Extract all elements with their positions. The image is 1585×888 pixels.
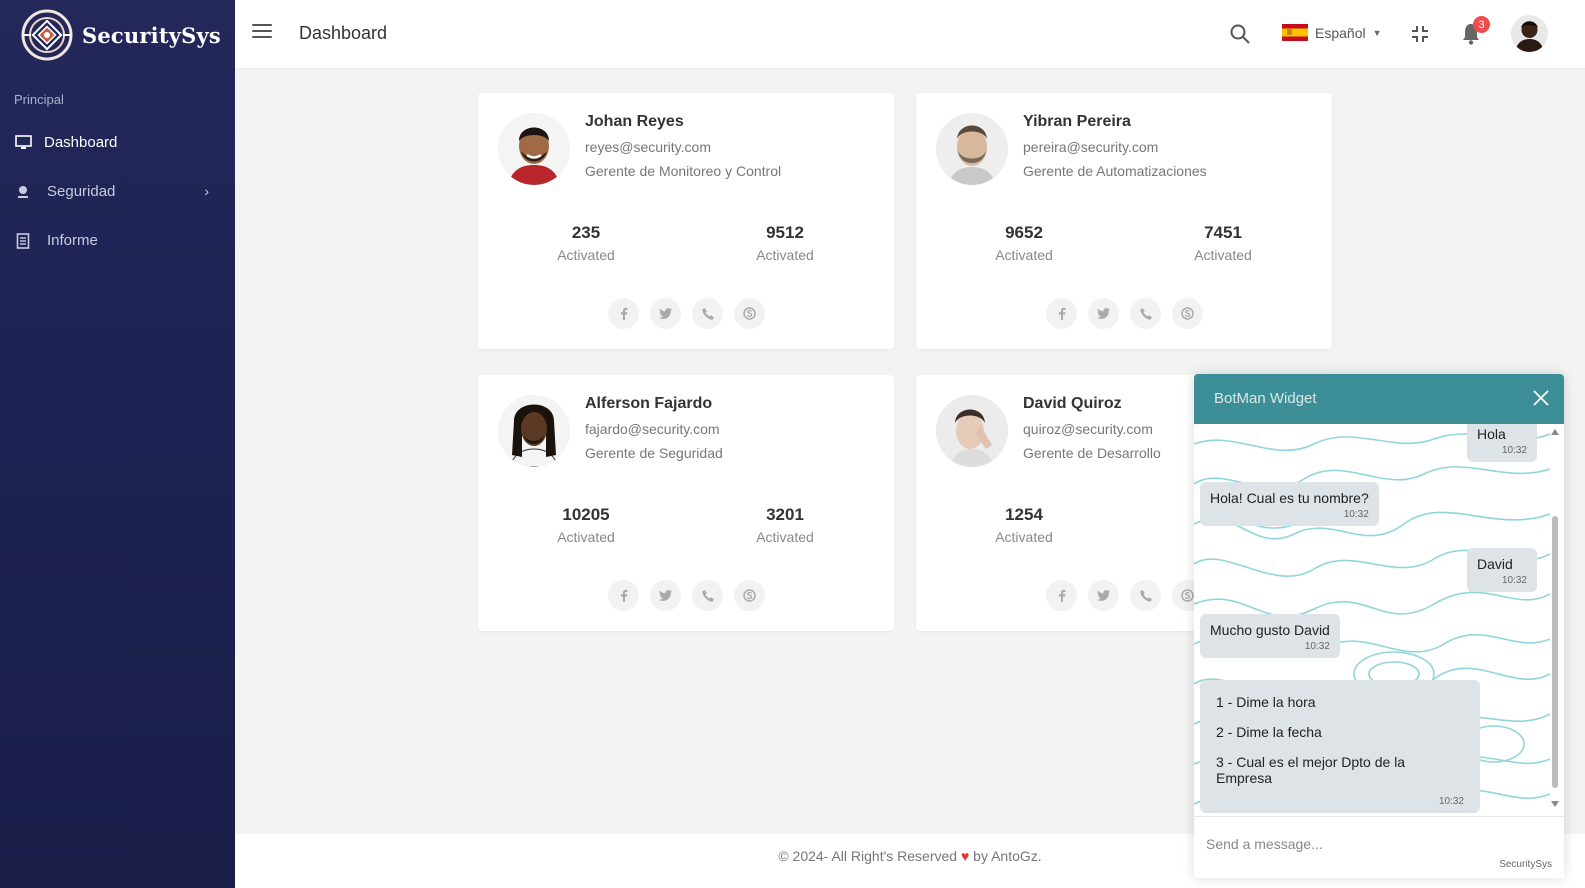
notification-badge: 3 [1473,16,1490,33]
phone-icon[interactable] [1130,298,1161,329]
chat-message-bot: Mucho gusto David 10:32 [1200,614,1340,658]
sidebar-item-informe[interactable]: Informe [0,216,235,265]
user-name: Alferson Fajardo [585,395,713,412]
spain-flag-icon [1282,24,1308,41]
facebook-icon[interactable] [1046,580,1077,611]
language-selector[interactable]: Español ▼ [1282,24,1382,41]
user-role: Gerente de Automatizaciones [1023,163,1207,179]
top-header: Dashboard Español ▼ 3 [235,0,1585,69]
security-icon [14,183,32,201]
social-links [608,580,765,611]
language-label: Español [1315,24,1366,41]
stat-activated: 1254 Activated [995,505,1053,545]
chat-title: BotMan Widget [1214,390,1317,407]
user-name: Yibran Pereira [1023,113,1131,130]
skype-icon[interactable] [734,580,765,611]
chat-option[interactable]: 1 - Dime la hora [1216,694,1464,710]
twitter-icon[interactable] [1088,298,1119,329]
stat-activated: 9652 Activated [995,223,1053,263]
sidebar-item-label: Informe [47,232,98,249]
heart-icon: ♥ [960,848,970,864]
phone-icon[interactable] [692,580,723,611]
menu-section-title: Principal [14,92,64,107]
chat-options-message: 1 - Dime la hora 2 - Dime la fecha 3 - C… [1200,680,1480,813]
user-avatar [936,395,1008,467]
footer-copyright: © 2024- All Right's Reserved [778,848,958,864]
sidebar-item-seguridad[interactable]: Seguridad › [0,167,235,216]
stat-activated: 3201 Activated [756,505,814,545]
user-avatar [936,113,1008,185]
twitter-icon[interactable] [1088,580,1119,611]
user-email: reyes@security.com [585,139,711,155]
chat-input-area: SecuritySys [1194,816,1564,878]
user-email: fajardo@security.com [585,421,720,437]
chat-option[interactable]: 3 - Cual es el mejor Dpto de la Empresa [1216,754,1464,786]
user-role: Gerente de Monitoreo y Control [585,163,782,179]
user-avatar[interactable] [1511,15,1548,52]
sidebar: SecuritySys Principal Dashboard Segurida… [0,0,235,888]
close-icon[interactable] [1532,389,1550,407]
chat-widget: BotMan Widget Hola 10:32 Hola! Cual es t… [1194,374,1564,878]
social-links [608,298,765,329]
menu-toggle-icon[interactable] [252,24,272,40]
twitter-icon[interactable] [650,580,681,611]
sidebar-item-dashboard[interactable]: Dashboard [0,118,235,167]
social-links [1046,298,1203,329]
monitor-icon [14,134,32,152]
page-title: Dashboard [299,23,388,43]
chat-message-user: Hola 10:32 [1467,424,1537,462]
stat-activated: 7451 Activated [1194,223,1252,263]
chevron-down-icon: ▼ [1372,27,1382,38]
facebook-icon[interactable] [1046,298,1077,329]
user-card: Yibran Pereira pereira@security.com Gere… [916,93,1332,349]
chat-message-bot: Hola! Cual es tu nombre? 10:32 [1200,482,1379,526]
phone-icon[interactable] [1130,580,1161,611]
twitter-icon[interactable] [650,298,681,329]
user-email: quiroz@security.com [1023,421,1153,437]
skype-icon[interactable] [734,298,765,329]
user-name: Johan Reyes [585,113,684,130]
sidebar-item-label: Dashboard [44,134,118,151]
chat-header: BotMan Widget [1194,374,1564,424]
stat-activated: 10205 Activated [557,505,615,545]
fullscreen-exit-icon[interactable] [1410,24,1430,44]
brand[interactable]: SecuritySys [0,0,235,70]
social-links [1046,580,1203,611]
footer-author: by AntoGz. [973,848,1042,864]
document-icon [14,232,32,250]
user-role: Gerente de Seguridad [585,445,723,461]
skype-icon[interactable] [1172,298,1203,329]
chat-option[interactable]: 2 - Dime la fecha [1216,724,1464,740]
brand-name: SecuritySys [82,22,221,48]
phone-icon[interactable] [692,298,723,329]
chevron-right-icon: › [204,183,209,199]
facebook-icon[interactable] [608,298,639,329]
sidebar-item-label: Seguridad [47,183,116,200]
user-role: Gerente de Desarrollo [1023,445,1161,461]
user-card: Johan Reyes reyes@security.com Gerente d… [478,93,894,349]
stat-activated: 9512 Activated [756,223,814,263]
stat-activated: 235 Activated [557,223,615,263]
chat-message-input[interactable] [1206,832,1536,856]
facebook-icon[interactable] [608,580,639,611]
chat-scrollbar[interactable] [1550,428,1560,808]
user-name: David Quiroz [1023,395,1122,412]
user-card: Alferson Fajardo fajardo@security.com Ge… [478,375,894,631]
user-avatar [498,395,570,467]
chat-messages: Hola 10:32 Hola! Cual es tu nombre? 10:32 … [1194,424,1564,816]
user-email: pereira@security.com [1023,139,1159,155]
logo-icon [21,9,73,61]
user-avatar [498,113,570,185]
powered-by-label: SecuritySys [1499,859,1552,870]
search-icon[interactable] [1229,23,1251,45]
chat-message-user: David 10:32 [1467,548,1537,592]
